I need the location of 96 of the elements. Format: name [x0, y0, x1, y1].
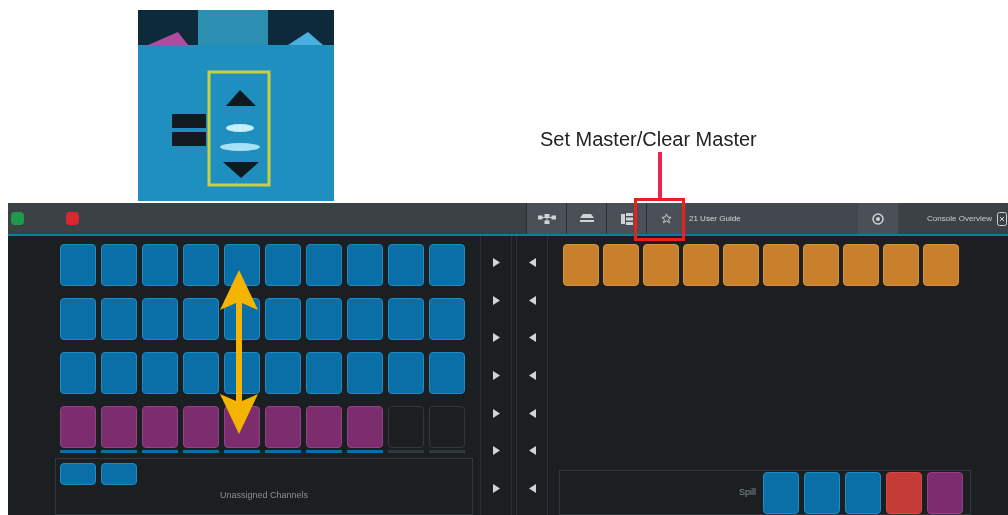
fader-tile[interactable] [804, 472, 840, 514]
toolbar-button[interactable] [526, 203, 566, 234]
fader-tile[interactable] [142, 244, 178, 286]
fader-tile[interactable] [429, 244, 465, 286]
fader-tile[interactable] [60, 298, 96, 340]
left-arrow-icon[interactable] [528, 370, 536, 380]
fader-tile[interactable] [763, 244, 799, 286]
right-arrow-icon[interactable] [492, 446, 500, 456]
fader-tile[interactable] [306, 244, 342, 286]
fader-tile[interactable] [142, 352, 178, 394]
fader-tile[interactable] [347, 244, 383, 286]
right-arrow-icon[interactable] [492, 483, 500, 493]
fader-tile[interactable] [183, 406, 219, 448]
star-icon [661, 213, 672, 224]
fader-tile[interactable] [265, 298, 301, 340]
fader-tile[interactable] [306, 352, 342, 394]
network-icon [537, 213, 556, 224]
panel-title: Unassigned Channels [219, 489, 309, 502]
fader-tile[interactable] [886, 472, 922, 514]
fader-tile[interactable] [347, 298, 383, 340]
circle-icon [872, 212, 884, 225]
fader-tile[interactable] [60, 244, 96, 286]
toolbar-button[interactable] [566, 203, 606, 234]
fader-strip [183, 450, 219, 453]
fader-tile[interactable] [101, 406, 137, 448]
fader-tile[interactable] [60, 463, 96, 485]
fader-tile[interactable] [845, 472, 881, 514]
fader-tile[interactable] [101, 463, 137, 485]
left-arrow-icon[interactable] [528, 446, 536, 456]
fader-tile[interactable] [803, 244, 839, 286]
fader-tile[interactable] [265, 244, 301, 286]
left-arrow-icon[interactable] [528, 333, 536, 343]
left-arrow-icon[interactable] [528, 483, 536, 493]
fader-tile[interactable] [183, 352, 219, 394]
fader-tile[interactable] [224, 244, 260, 286]
highlight-frame [634, 198, 685, 241]
toolbar-button[interactable] [646, 203, 686, 234]
fader-tile[interactable] [101, 298, 137, 340]
fader-tile[interactable] [883, 244, 919, 286]
fader-strip [347, 450, 383, 453]
fader-tile[interactable] [643, 244, 679, 286]
fader-tile[interactable] [306, 298, 342, 340]
panel-title: Spill [739, 485, 756, 499]
fader-tile[interactable] [927, 472, 963, 514]
fader-tile[interactable] [763, 472, 799, 514]
left-arrow-icon[interactable] [528, 408, 536, 418]
fader-tile[interactable] [265, 352, 301, 394]
fader-tile[interactable] [563, 244, 599, 286]
fader-tile[interactable] [101, 352, 137, 394]
fader-tile[interactable] [183, 244, 219, 286]
right-arrow-icon[interactable] [492, 295, 500, 305]
stacked-icon [579, 213, 594, 224]
left-arrow-icon[interactable] [528, 258, 536, 268]
fader-tile[interactable] [60, 352, 96, 394]
fader-tile[interactable] [388, 352, 424, 394]
fader-tile[interactable] [723, 244, 759, 286]
fader-tile[interactable] [843, 244, 879, 286]
fader-tile[interactable] [142, 298, 178, 340]
list-icon [620, 212, 633, 225]
fader-tile[interactable] [347, 352, 383, 394]
fader-tile[interactable] [347, 406, 383, 448]
console-overview-link[interactable]: Console Overview [927, 212, 992, 225]
fader-tile[interactable] [388, 244, 424, 286]
empty-fader-slot[interactable] [429, 406, 465, 448]
fader-tile[interactable] [923, 244, 959, 286]
right-arrow-icon[interactable] [492, 370, 500, 380]
close-icon[interactable] [997, 211, 1007, 226]
right-arrow-icon[interactable] [492, 258, 500, 268]
fader-strip [60, 450, 96, 453]
fader-tile[interactable] [183, 298, 219, 340]
fader-tile[interactable] [142, 406, 178, 448]
fader-tile[interactable] [306, 406, 342, 448]
show-title: 21 User Guide [689, 214, 742, 223]
fader-tile[interactable] [265, 406, 301, 448]
right-arrow-icon[interactable] [492, 408, 500, 418]
fader-strip [306, 450, 342, 453]
double-arrow-icon [220, 270, 258, 434]
fader-tile[interactable] [429, 352, 465, 394]
callout-label: Set Master/Clear Master [540, 127, 757, 152]
right-arrow-icon[interactable] [492, 333, 500, 343]
fader-strip [101, 450, 137, 453]
fader-tile[interactable] [429, 298, 465, 340]
empty-fader-slot[interactable] [388, 406, 424, 448]
fader-tile[interactable] [683, 244, 719, 286]
tool-icon[interactable] [11, 212, 24, 225]
fader-tile[interactable] [388, 298, 424, 340]
show-all-button[interactable] [858, 203, 898, 234]
fader-strip [224, 450, 260, 453]
fader-tile[interactable] [60, 406, 96, 448]
tool-icon[interactable] [66, 212, 79, 225]
fader-tile[interactable] [101, 244, 137, 286]
toolbar-button[interactable] [606, 203, 646, 234]
fader-tile[interactable] [603, 244, 639, 286]
fader-strip [265, 450, 301, 453]
fader-strip [142, 450, 178, 453]
left-arrow-icon[interactable] [528, 295, 536, 305]
